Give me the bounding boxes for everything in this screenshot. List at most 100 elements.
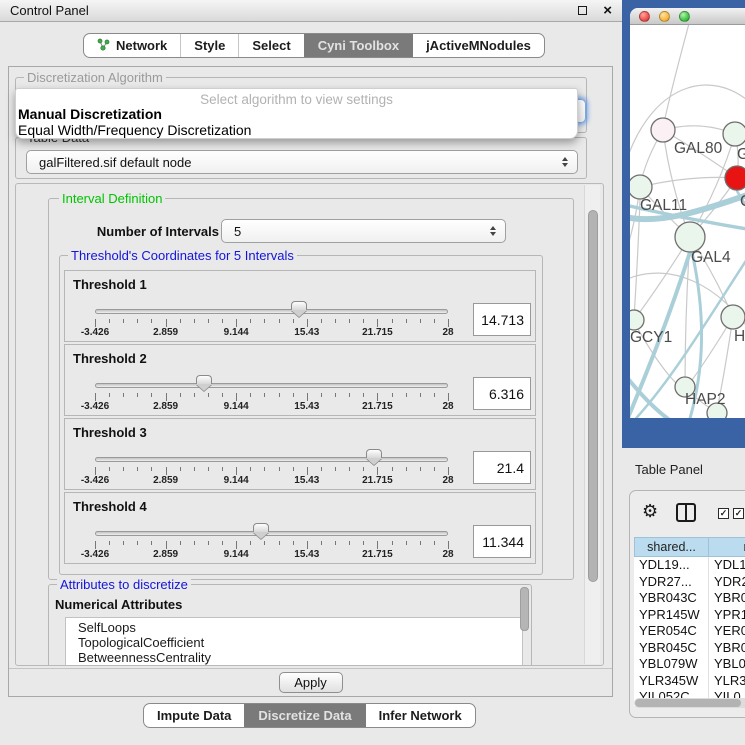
svg-text:GAL11: GAL11 bbox=[640, 197, 687, 214]
slider-tick-labels: -3.4262.8599.14415.4321.71528 bbox=[95, 475, 448, 487]
algorithm-dropdown-popup: Select algorithm to view settings Manual… bbox=[15, 88, 578, 139]
list-item[interactable]: SelfLoops bbox=[78, 620, 522, 635]
tab-style[interactable]: Style bbox=[180, 34, 238, 57]
tick-label: 28 bbox=[442, 475, 453, 486]
table-row[interactable]: YER054C YER0 bbox=[634, 623, 745, 640]
float-icon[interactable] bbox=[578, 6, 587, 15]
numerical-attributes-label: Numerical Attributes bbox=[55, 597, 182, 612]
table-cell: YLR3 bbox=[709, 673, 745, 690]
tick-label: 15.43 bbox=[294, 475, 319, 486]
slider-track[interactable] bbox=[95, 457, 448, 462]
number-of-intervals-combobox[interactable]: 5 bbox=[221, 219, 506, 243]
svg-text:HAP2: HAP2 bbox=[685, 391, 726, 408]
table-row[interactable]: YDR27... YDR2 bbox=[634, 574, 745, 591]
minimize-traffic-light[interactable] bbox=[659, 11, 670, 22]
slider-track[interactable] bbox=[95, 383, 448, 388]
table-cell: YBR043C bbox=[634, 590, 709, 607]
slider-ticks bbox=[95, 319, 448, 327]
slider-thumb[interactable] bbox=[291, 301, 307, 317]
threshold-value-field[interactable]: 11.344 bbox=[473, 525, 531, 558]
tick-label: 28 bbox=[442, 401, 453, 412]
number-of-intervals-label: Number of Intervals bbox=[69, 224, 219, 239]
network-canvas[interactable]: GAL80GACGAL11GAL4HGCY1HAP2 bbox=[630, 25, 745, 418]
table-cell: YER0 bbox=[709, 623, 745, 640]
table-row[interactable]: YDL19... YDL1 bbox=[634, 557, 745, 574]
threshold-value-field[interactable]: 21.4 bbox=[473, 451, 531, 484]
scrollbar-thumb[interactable] bbox=[588, 210, 598, 582]
panel-title: Control Panel bbox=[10, 3, 89, 18]
table-cell: YPR1 bbox=[709, 607, 745, 624]
checkbox-icon[interactable]: ✓ bbox=[733, 508, 744, 519]
zoom-traffic-light[interactable] bbox=[679, 11, 690, 22]
table-cell: YDR2 bbox=[709, 574, 745, 591]
slider-track[interactable] bbox=[95, 531, 448, 536]
numerical-attributes-list[interactable]: SelfLoopsTopologicalCoefficientBetweenne… bbox=[65, 617, 523, 666]
table-cell: YBL0 bbox=[709, 656, 745, 673]
tab-infer-network[interactable]: Infer Network bbox=[365, 704, 475, 727]
threshold-label: Threshold 1 bbox=[73, 277, 147, 292]
settings-scrollbar[interactable] bbox=[584, 185, 600, 664]
tick-label: -3.426 bbox=[81, 401, 109, 412]
table-row[interactable]: YPR145W YPR1 bbox=[634, 607, 745, 624]
thresholds-group: Threshold's Coordinates for 5 Intervals … bbox=[59, 255, 543, 575]
tick-label: -3.426 bbox=[81, 549, 109, 560]
table-data-combobox[interactable]: galFiltered.sif default node bbox=[26, 150, 578, 174]
list-scrollbar[interactable] bbox=[520, 587, 529, 631]
tab-select[interactable]: Select bbox=[238, 34, 303, 57]
tick-label: 2.859 bbox=[153, 475, 178, 486]
slider-tick-labels: -3.4262.8599.14415.4321.71528 bbox=[95, 327, 448, 339]
list-item[interactable]: TopologicalCoefficient bbox=[78, 635, 522, 650]
tab-label: Infer Network bbox=[379, 708, 462, 723]
network-canvas-svg: GAL80GACGAL11GAL4HGCY1HAP2 bbox=[630, 25, 745, 418]
tick-label: 15.43 bbox=[294, 401, 319, 412]
list-item[interactable]: BetweennessCentrality bbox=[78, 650, 522, 665]
table-cell: YDL19... bbox=[634, 557, 709, 574]
number-of-intervals-value: 5 bbox=[234, 224, 241, 239]
column-header[interactable]: shared... bbox=[634, 537, 709, 557]
tab-impute-data[interactable]: Impute Data bbox=[144, 704, 244, 727]
table-header-row: shared... na bbox=[634, 537, 745, 557]
column-header[interactable]: na bbox=[709, 537, 745, 557]
table-row[interactable]: YLR345W YLR3 bbox=[634, 673, 745, 690]
table-row[interactable]: YBR045C YBR0 bbox=[634, 640, 745, 657]
checkbox-icon[interactable]: ✓ bbox=[718, 508, 729, 519]
tab-discretize-data[interactable]: Discretize Data bbox=[244, 704, 364, 727]
table-cell: YBR045C bbox=[634, 640, 709, 657]
close-icon[interactable]: × bbox=[603, 3, 612, 18]
gear-icon[interactable]: ⚙ bbox=[642, 502, 658, 520]
column-layout-icon[interactable] bbox=[676, 503, 696, 522]
tab-label: Cyni Toolbox bbox=[318, 38, 399, 53]
control-panel-titlebar: Control Panel × bbox=[0, 0, 622, 22]
tick-label: 28 bbox=[442, 549, 453, 560]
threshold-panel: Threshold 4 -3.4262.8599.14415.4321.7152… bbox=[64, 492, 536, 564]
close-traffic-light[interactable] bbox=[639, 11, 650, 22]
network-window-titlebar[interactable] bbox=[630, 8, 745, 25]
cyni-mode-tabbar: Impute Data Discretize Data Infer Networ… bbox=[143, 703, 476, 728]
tab-cyni-toolbox[interactable]: Cyni Toolbox bbox=[304, 34, 412, 57]
network-view-window: GAL80GACGAL11GAL4HGCY1HAP2 bbox=[630, 8, 745, 418]
slider-thumb[interactable] bbox=[366, 449, 382, 465]
slider-thumb[interactable] bbox=[253, 523, 269, 539]
tick-label: 9.144 bbox=[224, 401, 249, 412]
tick-label: 2.859 bbox=[153, 327, 178, 338]
svg-text:GCY1: GCY1 bbox=[630, 329, 672, 346]
table-cell: YDR27... bbox=[634, 574, 709, 591]
table-row[interactable]: YBR043C YBR0 bbox=[634, 590, 745, 607]
group-label: Discretization Algorithm bbox=[24, 70, 166, 85]
apply-button[interactable]: Apply bbox=[279, 672, 343, 693]
table-cell: YER054C bbox=[634, 623, 709, 640]
dropdown-prompt-item[interactable]: Select algorithm to view settings bbox=[16, 92, 577, 107]
apply-footer: Apply bbox=[9, 668, 612, 696]
slider-thumb[interactable] bbox=[196, 375, 212, 391]
table-hscrollbar[interactable] bbox=[634, 698, 745, 708]
threshold-value-field[interactable]: 14.713 bbox=[473, 303, 531, 336]
tab-jactivemnodules[interactable]: jActiveMNodules bbox=[412, 34, 544, 57]
tab-network[interactable]: Network bbox=[84, 34, 180, 57]
table-row[interactable]: YBL079W YBL0 bbox=[634, 656, 745, 673]
table-cell: YBR0 bbox=[709, 640, 745, 657]
scrollbar-thumb[interactable] bbox=[635, 699, 741, 707]
slider-track[interactable] bbox=[95, 309, 448, 314]
dropdown-option-manual[interactable]: Manual Discretization bbox=[16, 107, 577, 123]
dropdown-option-equal-width[interactable]: Equal Width/Frequency Discretization bbox=[16, 123, 577, 139]
threshold-value-field[interactable]: 6.316 bbox=[473, 377, 531, 410]
